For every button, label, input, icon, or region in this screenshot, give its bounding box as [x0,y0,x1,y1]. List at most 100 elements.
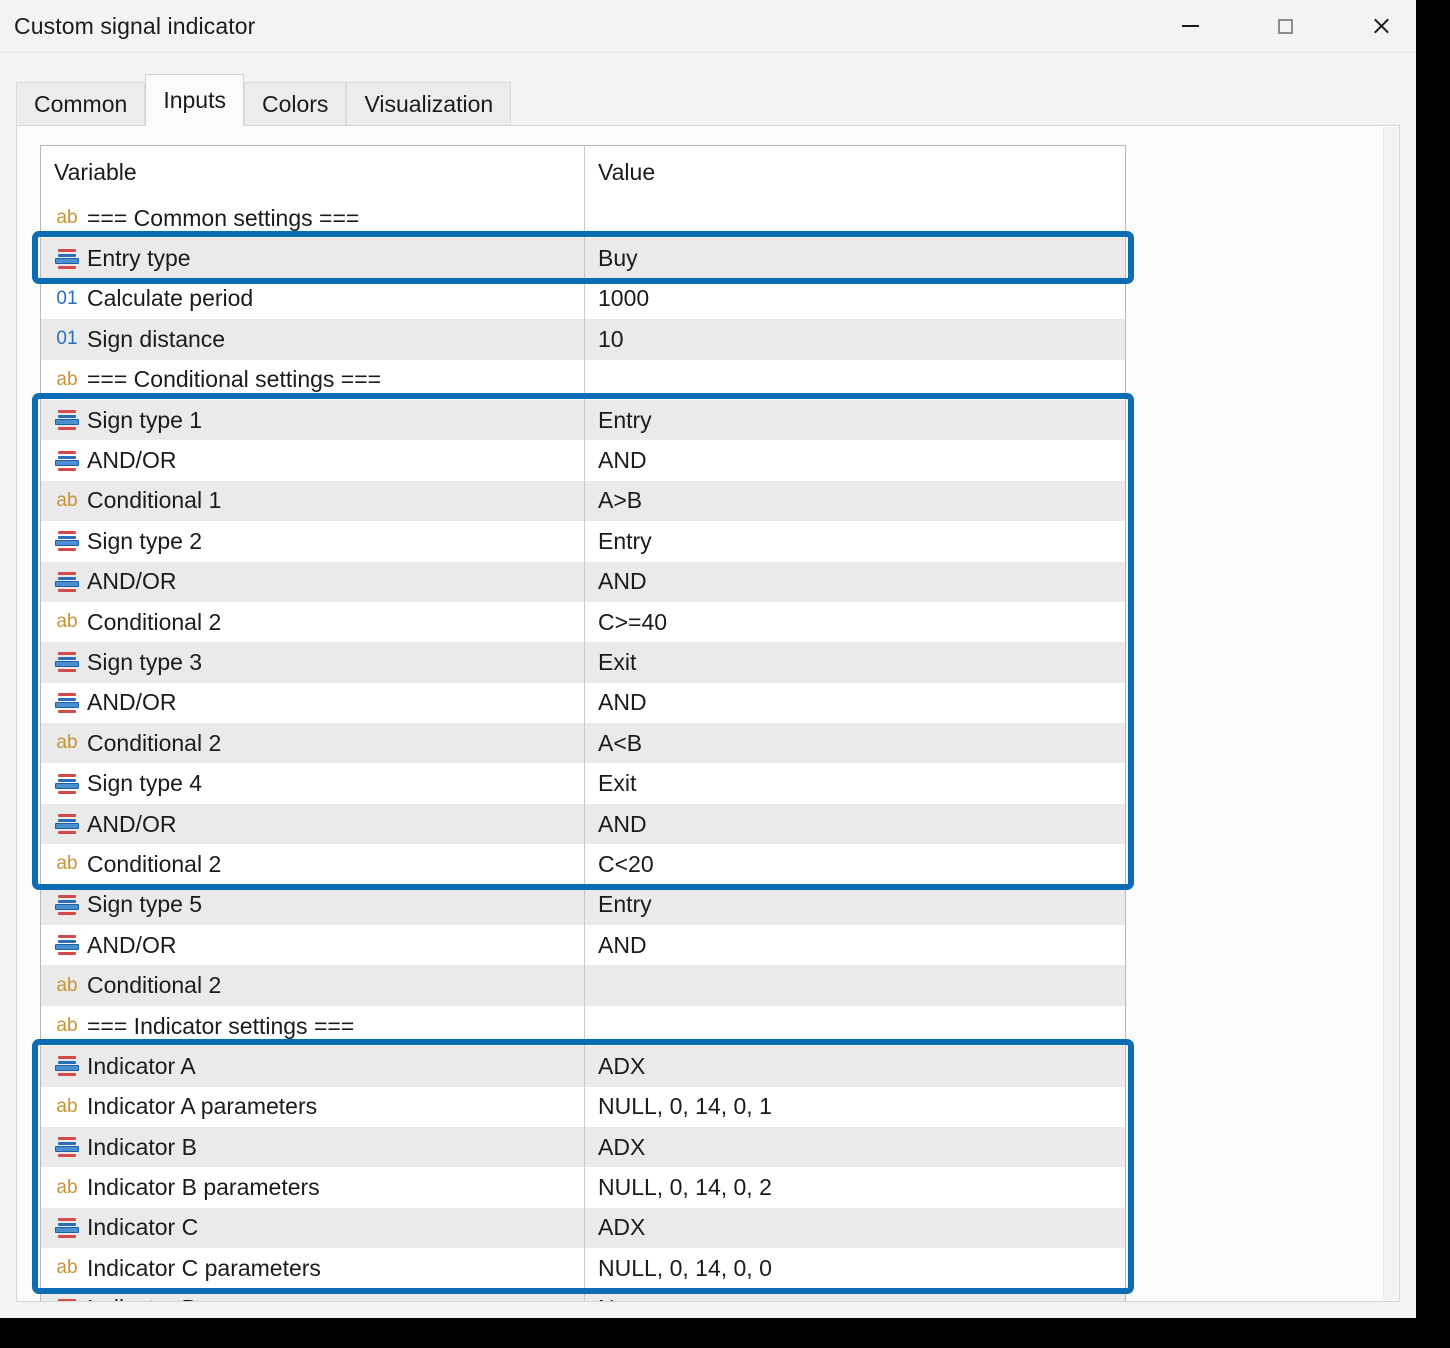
cell-value[interactable] [584,359,1125,400]
enum-type-icon [54,246,80,272]
maximize-icon [1277,18,1293,34]
enum-type-icon [54,811,80,837]
cell-value[interactable]: AND [584,803,1125,845]
cell-value[interactable]: None [584,1288,1125,1301]
table-row[interactable]: Sign type 3 Exit [41,642,1125,683]
table-row[interactable]: Sign type 4 Exit [41,763,1125,804]
table-row[interactable]: ab Conditional 2 C<20 [41,844,1125,885]
cell-value[interactable]: Entry [584,399,1125,441]
cell-value[interactable]: C<20 [584,844,1125,885]
variable-label: AND/OR [87,447,177,474]
variable-label: Indicator C parameters [87,1254,321,1281]
variable-label: === Common settings === [87,204,360,231]
string-type-icon: ab [56,611,78,633]
table-row[interactable]: Sign type 5 Entry [41,884,1125,926]
cell-variable: ab Conditional 2 [41,723,584,763]
table-row[interactable]: ab === Common settings === [41,198,1125,239]
value-label: AND [598,447,647,474]
cell-variable: ab Conditional 2 [41,602,584,642]
enum-type-icon [54,932,80,958]
cell-variable: Indicator D [41,1289,584,1301]
table-row[interactable]: ab Indicator A parameters NULL, 0, 14, 0, … [41,1086,1125,1127]
tab-inputs[interactable]: Inputs [145,74,244,126]
table-row[interactable]: AND/OR AND [41,925,1125,966]
vertical-scrollbar[interactable] [1383,127,1398,1300]
variable-label: AND/OR [87,931,177,958]
variable-label: Conditional 2 [87,729,222,756]
enum-type-icon [54,407,80,433]
table-row[interactable]: Indicator A ADX [41,1046,1125,1087]
table-row[interactable]: AND/OR AND [41,803,1125,845]
string-type-icon: ab [56,1015,78,1036]
cell-variable: 01 Calculate period [41,279,584,319]
value-label: 1000 [598,285,650,312]
cell-value[interactable] [584,198,1125,239]
tab-common[interactable]: Common [16,82,146,126]
cell-value[interactable]: NULL, 0, 14, 0, 1 [584,1086,1125,1127]
cell-value[interactable]: Exit [584,763,1125,804]
cell-value[interactable]: ADX [584,1207,1125,1249]
table-row[interactable]: Sign type 1 Entry [41,399,1125,441]
table-row[interactable]: ab Indicator B parameters NULL, 0, 14, 0, … [41,1167,1125,1208]
cell-value[interactable]: C>=40 [584,601,1125,643]
cell-variable: AND/OR [41,683,584,723]
table-row[interactable]: ab Conditional 2 C>=40 [41,601,1125,643]
table-row[interactable]: Indicator B ADX [41,1126,1125,1168]
table-row[interactable]: Indicator D None [41,1288,1125,1301]
table-row[interactable]: Entry type Buy [41,238,1125,279]
cell-value[interactable]: Entry [584,521,1125,562]
maximize-button[interactable] [1252,0,1318,52]
table-row[interactable]: AND/OR AND [41,561,1125,602]
cell-value[interactable]: NULL, 0, 14, 0, 2 [584,1167,1125,1208]
table-row[interactable]: 01 Calculate period 1000 [41,278,1125,320]
cell-value[interactable]: A<B [584,723,1125,764]
variable-label: Sign distance [87,325,226,352]
variable-label: Indicator A [87,1052,196,1079]
cell-value[interactable]: 10 [584,319,1125,360]
cell-value[interactable]: AND [584,682,1125,724]
cell-value[interactable]: ADX [584,1046,1125,1087]
table-row[interactable]: ab === Conditional settings === [41,359,1125,400]
cell-variable: Sign type 2 [41,521,584,561]
table-row[interactable]: ab Indicator C parameters NULL, 0, 14, 0, … [41,1248,1125,1289]
table-row[interactable]: ab === Indicator settings === [41,1005,1125,1047]
cell-value[interactable]: 1000 [584,278,1125,320]
variable-label: === Indicator settings === [87,1012,355,1039]
cell-value[interactable]: A>B [584,480,1125,522]
table-row[interactable]: ab Conditional 1 A>B [41,480,1125,522]
cell-value[interactable]: ADX [584,1126,1125,1168]
cell-value[interactable]: NULL, 0, 14, 0, 0 [584,1248,1125,1289]
cell-value[interactable]: Buy [584,238,1125,279]
variable-label: Conditional 2 [87,850,222,877]
table-row[interactable]: Sign type 2 Entry [41,521,1125,562]
table-row[interactable]: 01 Sign distance 10 [41,319,1125,360]
string-type-icon: ab [56,207,78,229]
cell-value[interactable]: AND [584,561,1125,602]
table-row[interactable]: AND/OR AND [41,682,1125,724]
cell-value[interactable] [584,965,1125,1006]
cell-variable: ab Indicator B parameters [41,1167,584,1207]
variable-label: AND/OR [87,810,177,837]
tab-colors[interactable]: Colors [243,82,347,126]
enum-type-icon [54,569,80,595]
cell-value[interactable] [584,1005,1125,1047]
cell-variable: ab === Common settings === [41,198,584,238]
cell-value[interactable]: Entry [584,884,1125,926]
close-button[interactable] [1348,0,1414,52]
table-row[interactable]: ab Conditional 2 [41,965,1125,1006]
value-label: ADX [598,1133,646,1160]
table-row[interactable]: ab Conditional 2 A<B [41,723,1125,764]
value-label: A<B [598,729,643,756]
cell-value[interactable]: AND [584,440,1125,481]
tab-visualization[interactable]: Visualization [346,82,512,126]
string-type-icon: ab [56,853,78,875]
value-label: AND [598,931,647,958]
enum-type-icon [54,1134,80,1160]
cell-value[interactable]: AND [584,925,1125,966]
title-bar: Custom signal indicator [0,0,1416,53]
minimize-button[interactable] [1157,0,1223,52]
cell-value[interactable]: Exit [584,642,1125,683]
table-row[interactable]: AND/OR AND [41,440,1125,481]
table-row[interactable]: Indicator C ADX [41,1207,1125,1249]
value-label: NULL, 0, 14, 0, 0 [598,1254,772,1281]
